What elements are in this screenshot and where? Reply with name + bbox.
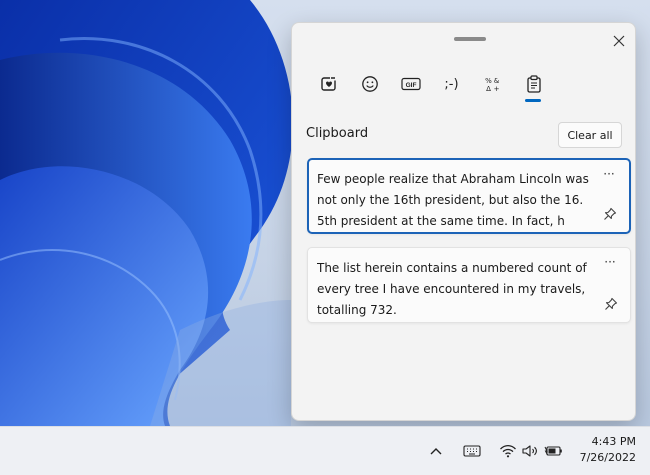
taskbar: 4:43 PM 7/26/2022: [0, 426, 650, 475]
tab-emoji[interactable]: [349, 69, 390, 99]
clipboard-item[interactable]: Few people realize that Abraham Lincoln …: [307, 158, 631, 234]
clipboard-item-text: Few people realize that Abraham Lincoln …: [317, 172, 589, 228]
pin-button[interactable]: [603, 206, 619, 222]
gif-icon: GIF: [400, 77, 421, 91]
battery-button[interactable]: [543, 441, 565, 461]
battery-charging-icon: [544, 446, 562, 456]
tab-stickers[interactable]: [308, 69, 349, 99]
panel-drag-handle[interactable]: [454, 37, 486, 41]
svg-text:&: &: [493, 77, 499, 85]
chevron-up-icon: [430, 448, 442, 455]
pin-button[interactable]: [604, 296, 620, 312]
touch-keyboard-button[interactable]: [461, 441, 483, 461]
clipboard-item-text: The list herein contains a numbered coun…: [317, 261, 587, 317]
heart-sticker-icon: [320, 76, 336, 91]
pin-icon: [605, 297, 618, 310]
speaker-icon: [522, 445, 537, 457]
tab-gif[interactable]: GIF: [390, 69, 431, 99]
close-icon: [613, 35, 625, 47]
emoji-icon: [361, 76, 378, 92]
tab-symbols[interactable]: % & Δ +: [472, 69, 513, 99]
show-hidden-icons-button[interactable]: [425, 441, 447, 461]
clipboard-icon: [526, 75, 541, 93]
kaomoji-icon: ;-): [444, 76, 459, 92]
pin-icon: [604, 207, 617, 220]
more-options-button[interactable]: ···: [600, 256, 620, 272]
clipboard-item[interactable]: The list herein contains a numbered coun…: [307, 247, 631, 323]
network-button[interactable]: [497, 441, 519, 461]
tab-kaomoji[interactable]: ;-): [431, 69, 472, 99]
taskbar-clock[interactable]: 4:43 PM 7/26/2022: [580, 434, 636, 466]
wifi-icon: [500, 444, 516, 458]
clear-all-button[interactable]: Clear all: [558, 122, 622, 148]
svg-text:+: +: [493, 85, 499, 93]
more-options-button[interactable]: ···: [599, 168, 619, 184]
keyboard-icon: [463, 445, 481, 457]
svg-text:GIF: GIF: [405, 82, 416, 89]
symbols-icon: % & Δ +: [485, 77, 500, 93]
svg-text:%: %: [485, 77, 492, 85]
panel-tabs: GIF ;-) % & Δ +: [308, 69, 554, 102]
clock-time: 4:43 PM: [591, 435, 636, 448]
clipboard-history-panel: GIF ;-) % & Δ + Clipboard Clear all Few …: [291, 22, 636, 421]
tab-clipboard[interactable]: [513, 69, 554, 102]
svg-text:Δ: Δ: [486, 85, 491, 93]
section-title: Clipboard: [306, 126, 369, 141]
close-button[interactable]: [607, 29, 631, 53]
clock-date: 7/26/2022: [579, 451, 636, 464]
volume-button[interactable]: [519, 441, 541, 461]
